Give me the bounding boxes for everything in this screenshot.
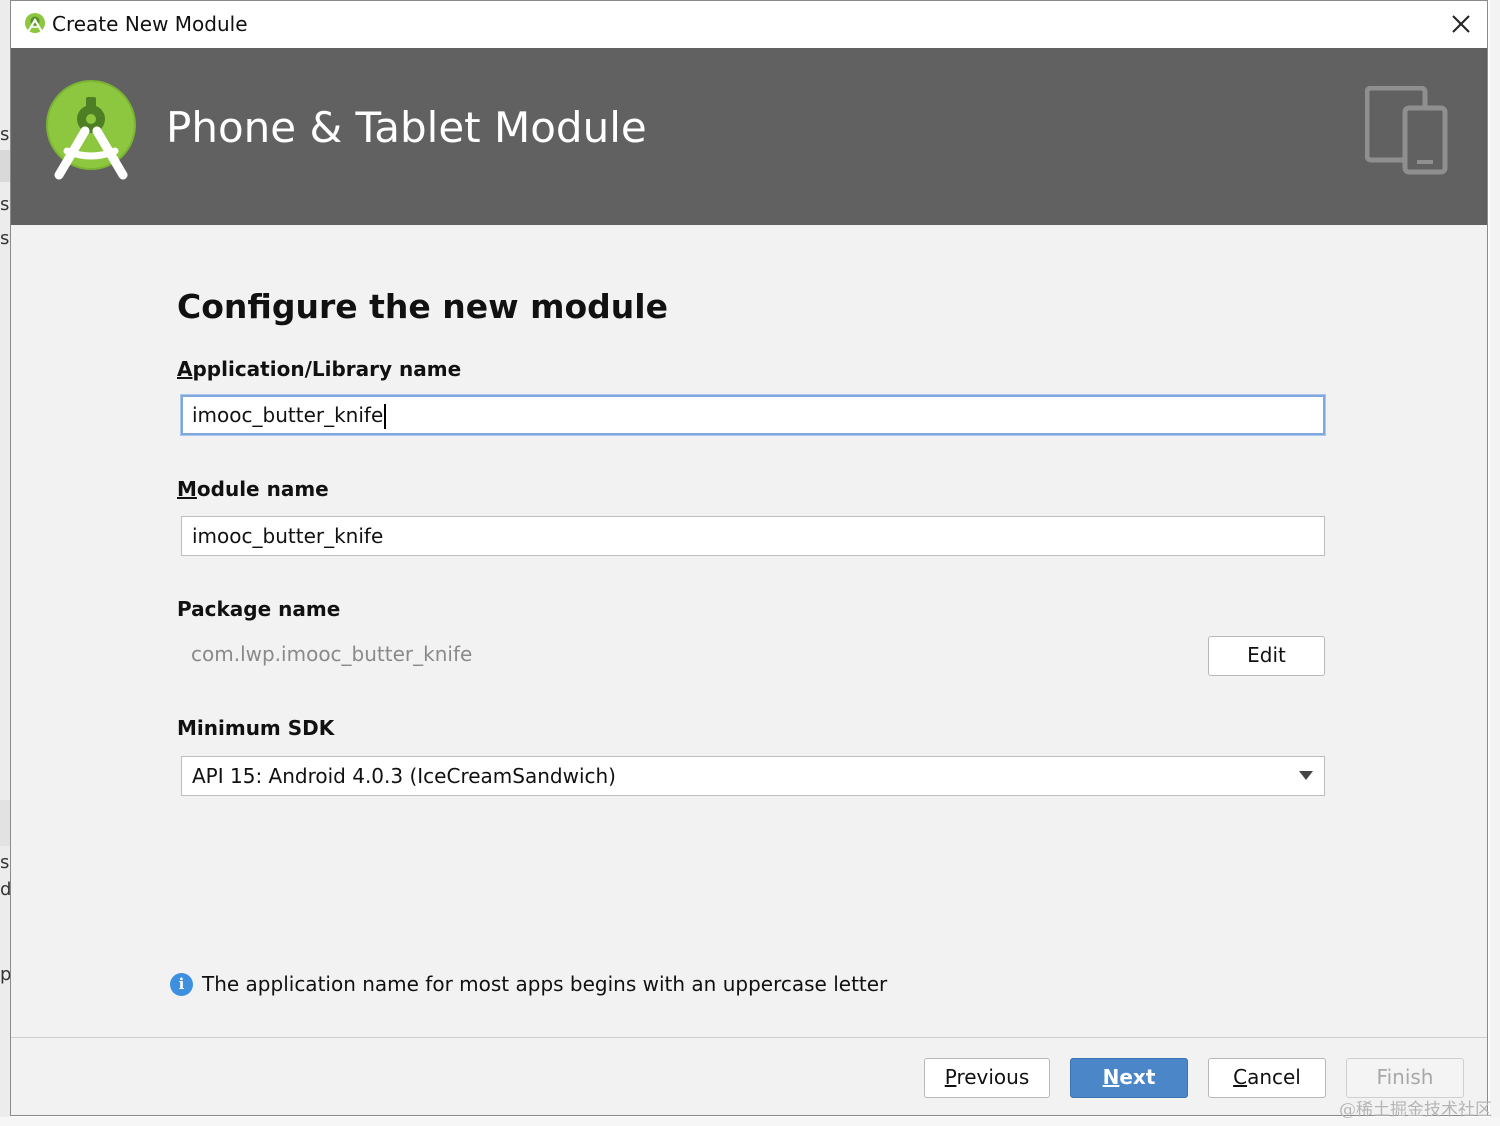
form-content: Configure the new module Application/Lib…	[11, 225, 1487, 1037]
module-name-label-text: odule name	[196, 477, 329, 501]
module-name-label: Module name	[177, 477, 329, 501]
module-name-value: imooc_butter_knife	[192, 524, 384, 548]
min-sdk-label: Minimum SDK	[177, 716, 335, 740]
phone-tablet-icon	[1365, 86, 1448, 175]
page-heading: Configure the new module	[177, 287, 668, 326]
background-stripe	[0, 800, 10, 846]
next-button[interactable]: Next	[1070, 1058, 1188, 1098]
banner-title: Phone & Tablet Module	[166, 103, 647, 152]
window-title: Create New Module	[52, 12, 248, 36]
background-window-left: st st st s d p	[0, 0, 10, 1126]
create-module-dialog: Create New Module Phone & Tablet Module …	[10, 0, 1488, 1116]
background-text: st	[0, 124, 10, 145]
cancel-label: ancel	[1247, 1065, 1301, 1089]
previous-button[interactable]: Previous	[924, 1058, 1050, 1098]
app-name-label-text: pplication/Library name	[192, 357, 462, 381]
header-banner: Phone & Tablet Module	[11, 48, 1487, 225]
background-stripe	[0, 150, 10, 182]
footer-buttons: Previous Next Cancel Finish	[11, 1038, 1487, 1116]
info-icon: i	[170, 973, 193, 996]
next-mnemonic: N	[1102, 1065, 1120, 1089]
package-name-label: Package name	[177, 597, 341, 621]
info-text: The application name for most apps begin…	[202, 972, 888, 996]
previous-label: revious	[956, 1065, 1030, 1089]
background-text: s	[0, 852, 10, 873]
app-name-label: Application/Library name	[177, 357, 461, 381]
close-icon[interactable]	[1447, 10, 1475, 38]
cancel-button[interactable]: Cancel	[1208, 1058, 1326, 1098]
cancel-mnemonic: C	[1233, 1065, 1248, 1089]
min-sdk-selected: API 15: Android 4.0.3 (IceCreamSandwich)	[192, 764, 616, 788]
android-studio-logo-icon	[46, 80, 136, 180]
module-name-label-mnemonic: M	[177, 477, 197, 501]
app-name-value: imooc_butter_knife	[192, 403, 384, 427]
background-text: st	[0, 228, 10, 249]
text-caret	[384, 404, 387, 429]
background-text: st	[0, 194, 10, 215]
android-studio-icon	[25, 13, 45, 34]
package-name-value: com.lwp.imooc_butter_knife	[191, 642, 473, 666]
background-window-right	[1490, 0, 1500, 1126]
next-label: ext	[1119, 1065, 1156, 1089]
finish-button[interactable]: Finish	[1346, 1058, 1464, 1098]
background-window-bottom	[0, 1117, 1500, 1126]
app-name-label-mnemonic: A	[177, 357, 193, 381]
watermark: @稀土掘金技术社区	[1339, 1100, 1492, 1120]
previous-mnemonic: P	[944, 1065, 957, 1089]
dropdown-arrow-icon	[1299, 771, 1313, 780]
module-name-input[interactable]: imooc_butter_knife	[181, 516, 1325, 556]
edit-package-button[interactable]: Edit	[1208, 636, 1325, 676]
min-sdk-dropdown[interactable]: API 15: Android 4.0.3 (IceCreamSandwich)	[181, 756, 1325, 796]
background-text: d	[0, 879, 10, 900]
title-bar: Create New Module	[11, 1, 1487, 48]
background-text: p	[0, 964, 10, 985]
app-name-input[interactable]: imooc_butter_knife	[181, 395, 1325, 435]
